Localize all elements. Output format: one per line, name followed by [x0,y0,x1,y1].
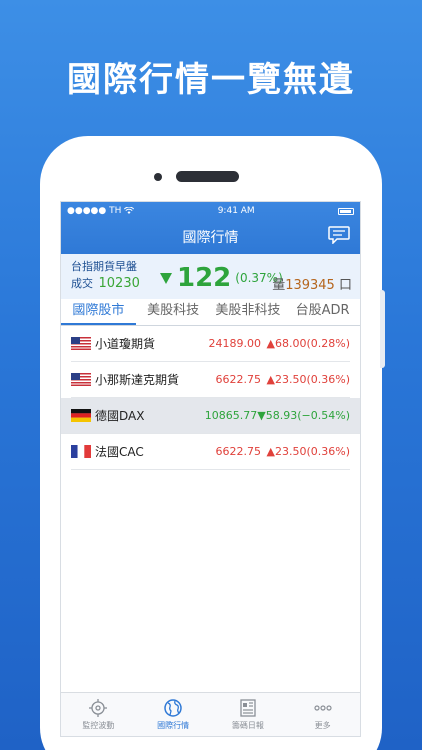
tabbar-label: 更多 [314,721,331,730]
table-row[interactable]: 小那斯達克期貨 6622.75 ▲23.50(0.36%) [71,362,350,398]
tabbar-chip-report[interactable]: 籌碼日報 [211,693,286,736]
tabbar-international[interactable]: 國際行情 [136,693,211,736]
newspaper-icon [240,699,256,717]
volume-value: 139345 [285,278,335,293]
speaker-grille [176,171,239,182]
top-bar: ●●●●● TH 9:41 AM 國際行情 [61,202,360,254]
deal-price: 10230 [98,276,140,291]
volume-label: 量 [272,278,286,293]
carrier-label: ●●●●● TH [67,206,122,216]
row-price: 10865.77 [204,409,258,422]
row-price: 6622.75 [215,373,262,386]
wifi-icon [124,207,135,214]
row-name: 小那斯達克期貨 [95,373,180,387]
row-name: 小道瓊期貨 [95,337,156,351]
page-title: 國際行情 [182,230,239,246]
tab-tw-adr[interactable]: 台股ADR [285,299,360,325]
tab-us-tech[interactable]: 美股科技 [136,299,211,325]
row-change: ▲23.50(0.36%) [266,373,350,386]
us-flag-icon [71,373,91,386]
camera-icon [154,173,162,181]
tabbar-more[interactable]: 更多 [285,693,360,736]
battery-icon [338,207,354,215]
futures-summary[interactable]: 台指期貨早盤 成交 10230 122 (0.37%) 量139345 口 [61,254,360,299]
tabbar-label: 籌碼日報 [231,721,264,730]
nav-bar: 國際行情 [61,220,360,254]
row-price: 24189.00 [208,337,262,350]
app-screen: ●●●●● TH 9:41 AM 國際行情 台指期貨早盤 成交 10230 12… [60,201,361,737]
status-time: 9:41 AM [217,206,255,216]
chat-icon[interactable] [328,226,350,244]
row-change: ▲68.00(0.28%) [266,337,350,350]
de-flag-icon [71,409,91,422]
row-change: ▲23.50(0.36%) [266,445,350,458]
more-icon [314,705,332,711]
market-tabs: 國際股市 美股科技 美股非科技 台股ADR [61,299,360,326]
row-change: ▼58.93(−0.54%) [257,409,350,422]
tabbar-label: 監控波動 [82,721,115,730]
status-bar: ●●●●● TH 9:41 AM [61,202,360,220]
futures-change: 122 [177,263,232,293]
target-icon [89,699,108,717]
deal-label: 成交 [71,277,93,290]
row-price: 6622.75 [215,445,262,458]
down-arrow-icon [160,272,172,284]
us-flag-icon [71,337,91,350]
phone-side-button [380,290,385,368]
tabbar-monitor[interactable]: 監控波動 [61,693,136,736]
row-name: 法國CAC [95,445,144,459]
tabbar-label: 國際行情 [157,721,190,730]
table-row[interactable]: 小道瓊期貨 24189.00 ▲68.00(0.28%) [71,326,350,362]
table-row[interactable]: 德國DAX 10865.77 ▼58.93(−0.54%) [61,398,360,434]
headline: 國際行情一覽無遺 [67,60,355,100]
volume-unit: 口 [338,278,352,293]
bottom-tab-bar: 監控波動 國際行情 籌碼日報 更多 [61,692,360,736]
fr-flag-icon [71,445,91,458]
table-row[interactable]: 法國CAC 6622.75 ▲23.50(0.36%) [71,434,350,470]
tab-us-non-tech[interactable]: 美股非科技 [211,299,286,325]
row-name: 德國DAX [95,409,145,423]
globe-icon [164,699,182,717]
tab-international[interactable]: 國際股市 [61,299,136,325]
